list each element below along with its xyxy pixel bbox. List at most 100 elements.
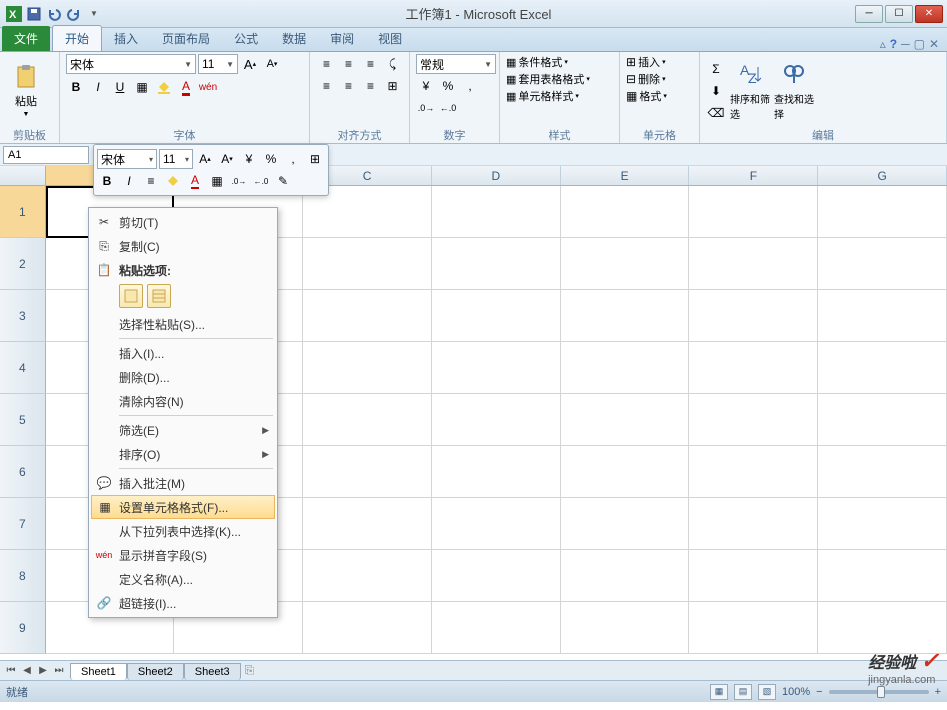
cell[interactable] — [689, 290, 818, 342]
fill-icon[interactable]: ⬇ — [706, 81, 726, 101]
col-header[interactable]: G — [818, 166, 947, 185]
number-format-combo[interactable]: 常规▼ — [416, 54, 496, 74]
mini-font-combo[interactable]: 宋体▾ — [97, 149, 157, 169]
menu-paste-special[interactable]: 选择性粘贴(S)... — [91, 312, 275, 336]
col-header[interactable]: F — [689, 166, 818, 185]
name-box[interactable]: A1 — [3, 146, 89, 164]
mini-border-icon[interactable]: ▦ — [207, 171, 227, 191]
cell[interactable] — [689, 550, 818, 602]
mini-shrink-icon[interactable]: A▾ — [217, 149, 237, 169]
cell[interactable] — [432, 394, 561, 446]
font-name-combo[interactable]: 宋体▼ — [66, 54, 196, 74]
cell[interactable] — [689, 394, 818, 446]
select-all-corner[interactable] — [0, 166, 46, 185]
font-size-combo[interactable]: 11▼ — [198, 54, 238, 74]
mini-merge-icon[interactable]: ⊞ — [305, 149, 325, 169]
mini-align-icon[interactable]: ≡ — [141, 171, 161, 191]
percent-icon[interactable]: % — [438, 76, 458, 96]
menu-sort[interactable]: 排序(O)▶ — [91, 442, 275, 466]
align-right-icon[interactable]: ≡ — [361, 76, 381, 96]
underline-icon[interactable]: U — [110, 77, 130, 97]
cell[interactable] — [689, 602, 818, 654]
cell[interactable] — [689, 446, 818, 498]
cell[interactable] — [689, 498, 818, 550]
minimize-button[interactable]: ─ — [855, 5, 883, 23]
cell[interactable] — [303, 550, 432, 602]
cell[interactable] — [303, 290, 432, 342]
row-header[interactable]: 4 — [0, 342, 46, 394]
insert-cells-button[interactable]: ⊞ 插入 ▾ — [626, 54, 666, 70]
orientation-icon[interactable]: ⤹ — [383, 54, 403, 74]
autosum-icon[interactable]: Σ — [706, 59, 726, 79]
redo-icon[interactable] — [66, 6, 82, 22]
table-format-button[interactable]: ▦ 套用表格格式 ▾ — [506, 71, 590, 87]
save-icon[interactable] — [26, 6, 42, 22]
cell[interactable] — [561, 394, 690, 446]
cell[interactable] — [303, 602, 432, 654]
cell[interactable] — [561, 186, 690, 238]
mini-painter-icon[interactable]: ✎ — [273, 171, 293, 191]
italic-icon[interactable]: I — [88, 77, 108, 97]
format-cells-button[interactable]: ▦ 格式 ▾ — [626, 88, 667, 104]
mini-incdec-icon[interactable]: .0→ — [229, 171, 249, 191]
align-bot-icon[interactable]: ≡ — [361, 54, 381, 74]
cell[interactable] — [818, 394, 947, 446]
sheet-next-icon[interactable]: ▶ — [36, 665, 50, 676]
cell[interactable] — [432, 290, 561, 342]
menu-cut[interactable]: ✂ 剪切(T) — [91, 210, 275, 234]
cell[interactable] — [689, 342, 818, 394]
phonetic-icon[interactable]: wén — [198, 77, 218, 97]
sheet-tab-1[interactable]: Sheet1 — [70, 663, 127, 680]
cell[interactable] — [818, 342, 947, 394]
align-center-icon[interactable]: ≡ — [339, 76, 359, 96]
cell[interactable] — [561, 238, 690, 290]
menu-define-name[interactable]: 定义名称(A)... — [91, 567, 275, 591]
sheet-tab-2[interactable]: Sheet2 — [127, 663, 184, 680]
cell[interactable] — [561, 498, 690, 550]
tab-layout[interactable]: 页面布局 — [150, 26, 222, 51]
cell[interactable] — [303, 238, 432, 290]
menu-filter[interactable]: 筛选(E)▶ — [91, 418, 275, 442]
sheet-prev-icon[interactable]: ◀ — [20, 665, 34, 676]
mini-currency-icon[interactable]: ¥ — [239, 149, 259, 169]
menu-format-cells[interactable]: ▦ 设置单元格格式(F)... — [91, 495, 275, 519]
clear-icon[interactable]: ⌫ — [706, 103, 726, 123]
tab-file[interactable]: 文件 — [2, 26, 50, 51]
menu-hyperlink[interactable]: 🔗 超链接(I)... — [91, 591, 275, 615]
cell-style-button[interactable]: ▦ 单元格样式 ▾ — [506, 88, 579, 104]
cell[interactable] — [818, 550, 947, 602]
row-header[interactable]: 9 — [0, 602, 46, 654]
mini-percent-icon[interactable]: % — [261, 149, 281, 169]
delete-cells-button[interactable]: ⊟ 删除 ▾ — [626, 71, 666, 87]
align-top-icon[interactable]: ≡ — [317, 54, 337, 74]
menu-dropdown-pick[interactable]: 从下拉列表中选择(K)... — [91, 519, 275, 543]
align-left-icon[interactable]: ≡ — [317, 76, 337, 96]
currency-icon[interactable]: ¥ — [416, 76, 436, 96]
comma-icon[interactable]: , — [460, 76, 480, 96]
font-color-icon[interactable]: A — [176, 77, 196, 97]
cell[interactable] — [818, 290, 947, 342]
cell[interactable] — [818, 446, 947, 498]
mini-italic-icon[interactable]: I — [119, 171, 139, 191]
tab-data[interactable]: 数据 — [270, 26, 318, 51]
cell[interactable] — [561, 550, 690, 602]
col-header[interactable]: D — [432, 166, 561, 185]
fill-color-icon[interactable] — [154, 77, 174, 97]
menu-copy[interactable]: ⎘ 复制(C) — [91, 234, 275, 258]
bold-icon[interactable]: B — [66, 77, 86, 97]
tab-view[interactable]: 视图 — [366, 26, 414, 51]
new-sheet-icon[interactable]: ⎘ — [245, 663, 255, 678]
sheet-first-icon[interactable]: ⏮ — [4, 665, 18, 676]
tab-review[interactable]: 审阅 — [318, 26, 366, 51]
tab-formulas[interactable]: 公式 — [222, 26, 270, 51]
cond-format-button[interactable]: ▦ 条件格式 ▾ — [506, 54, 568, 70]
close-button[interactable]: ✕ — [915, 5, 943, 23]
zoom-in-icon[interactable]: + — [935, 686, 941, 698]
zoom-slider[interactable] — [829, 690, 929, 694]
window-close-icon[interactable]: ✕ — [929, 37, 939, 51]
row-header[interactable]: 5 — [0, 394, 46, 446]
dec-decimal-icon[interactable]: ←.0 — [438, 98, 458, 118]
mini-decdec-icon[interactable]: ←.0 — [251, 171, 271, 191]
cell[interactable] — [432, 238, 561, 290]
menu-delete[interactable]: 删除(D)... — [91, 365, 275, 389]
